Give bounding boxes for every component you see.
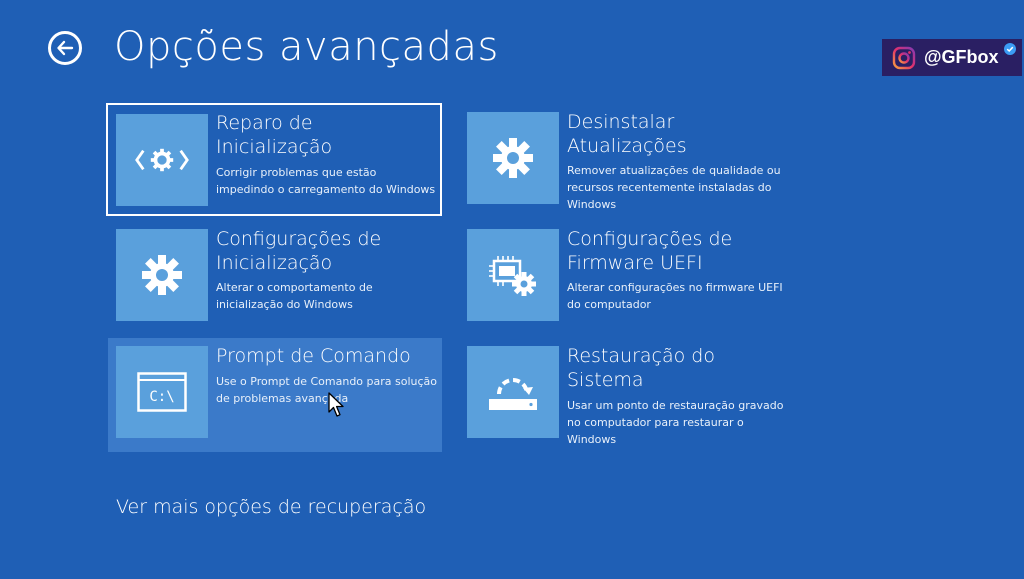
instagram-handle-badge: @GFbox xyxy=(882,39,1022,76)
tile-description: Use o Prompt de Comando para solução de … xyxy=(216,375,438,405)
page-title: Opções avançadas xyxy=(114,24,499,70)
firmware-chip-gear-icon xyxy=(467,229,559,321)
tile-title-line: Configurações de xyxy=(567,228,733,250)
command-prompt-icon: C:\ xyxy=(116,346,208,438)
mouse-cursor-icon xyxy=(328,392,344,417)
command-prompt-glyph: C:\ xyxy=(149,389,174,405)
tile-startup-settings[interactable]: Configurações de Inicialização Alterar o… xyxy=(108,221,442,335)
tile-title: Restauração do Sistema xyxy=(567,344,789,392)
tile-title-line: Configurações de xyxy=(216,228,382,250)
instagram-icon xyxy=(892,46,916,69)
tile-description: Usar um ponto de restauração gravado no … xyxy=(567,399,784,446)
tile-title: Configurações de Firmware UEFI xyxy=(567,227,789,275)
tile-title-line: Restauração do xyxy=(567,345,715,367)
tile-title: Desinstalar Atualizações xyxy=(567,110,789,158)
tile-title-line: Sistema xyxy=(567,369,644,391)
tile-title-line: Inicialização xyxy=(216,252,333,274)
tile-uefi-firmware-settings[interactable]: Configurações de Firmware UEFI Alterar c… xyxy=(459,221,793,335)
verified-icon xyxy=(1004,43,1016,55)
gear-icon xyxy=(467,112,559,204)
tile-title-line: Prompt de Comando xyxy=(216,345,411,367)
tile-title-line: Desinstalar xyxy=(567,111,675,133)
tile-title-line: Atualizações xyxy=(567,135,687,157)
system-restore-icon xyxy=(467,346,559,438)
tile-title: Prompt de Comando xyxy=(216,344,438,368)
tile-title-line: Reparo de xyxy=(216,112,313,134)
tile-title: Configurações de Inicialização xyxy=(216,227,438,275)
back-button[interactable] xyxy=(48,31,82,65)
tile-startup-repair[interactable]: Reparo de Inicialização Corrigir problem… xyxy=(106,103,442,216)
tile-description: Alterar o comportamento de inicialização… xyxy=(216,281,373,311)
tile-command-prompt[interactable]: C:\ Prompt de Comando Use o Prompt de Co… xyxy=(108,338,442,452)
gear-icon xyxy=(116,229,208,321)
startup-repair-icon xyxy=(116,114,208,206)
tile-system-restore[interactable]: Restauração do Sistema Usar um ponto de … xyxy=(459,338,793,452)
tile-title-line: Inicialização xyxy=(216,136,333,158)
tile-description: Remover atualizações de qualidade ou rec… xyxy=(567,164,781,211)
tile-title: Reparo de Inicialização xyxy=(216,111,438,159)
tile-uninstall-updates[interactable]: Desinstalar Atualizações Remover atualiz… xyxy=(459,104,793,218)
tile-description: Alterar configurações no firmware UEFI d… xyxy=(567,281,783,311)
back-arrow-icon xyxy=(57,40,74,56)
tile-title-line: Firmware UEFI xyxy=(567,252,703,274)
instagram-handle: @GFbox xyxy=(924,47,999,67)
more-recovery-options-link[interactable]: Ver mais opções de recuperação xyxy=(116,493,426,521)
tile-description: Corrigir problemas que estão impedindo o… xyxy=(216,166,436,196)
